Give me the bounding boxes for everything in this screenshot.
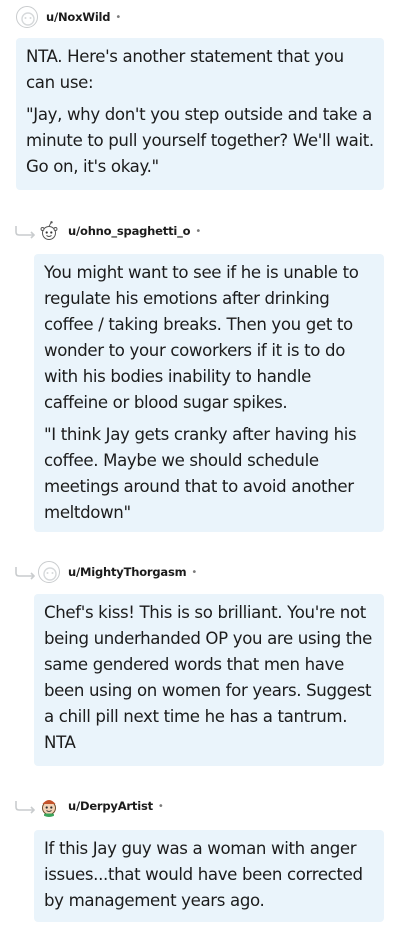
reply-arrow-icon	[15, 801, 36, 814]
comment-username[interactable]: u/DerpyArtist	[68, 799, 153, 813]
comment-paragraph: If this Jay guy was a woman with anger i…	[44, 839, 363, 910]
comment-paragraph: "I think Jay gets cranky after having hi…	[44, 425, 357, 522]
default-avatar-icon[interactable]	[16, 6, 38, 28]
separator-dot: •	[191, 566, 198, 578]
comment-paragraph: Chef's kiss! This is so brilliant. You'r…	[44, 603, 372, 752]
comment-paragraph: You might want to see if he is unable to…	[44, 263, 359, 412]
comment-body: NTA. Here's another statement that you c…	[16, 38, 384, 190]
reply-arrow-icon	[15, 226, 36, 239]
separator-dot: •	[115, 11, 122, 23]
comment-paragraph: NTA. Here's another statement that you c…	[26, 47, 344, 92]
comment-header: u/MightyThorgasm •	[38, 556, 197, 588]
comment-paragraph: "Jay, why don't you step outside and tak…	[26, 105, 374, 176]
reply-arrow-icon	[15, 567, 36, 580]
comment-body: If this Jay guy was a woman with anger i…	[34, 830, 384, 922]
snoo-avatar-icon[interactable]	[38, 220, 60, 242]
comment-username[interactable]: u/MightyThorgasm	[68, 565, 187, 579]
snoo-avatar-icon[interactable]	[38, 795, 60, 817]
separator-dot: •	[195, 225, 202, 237]
comment-body: Chef's kiss! This is so brilliant. You'r…	[34, 594, 384, 766]
separator-dot: •	[157, 800, 164, 812]
default-avatar-icon[interactable]	[38, 561, 60, 583]
comment-username[interactable]: u/ohno_spaghetti_o	[68, 224, 191, 238]
comment-header: u/NoxWild •	[16, 1, 121, 33]
comment-body: You might want to see if he is unable to…	[34, 254, 384, 532]
comment-header: u/DerpyArtist •	[38, 790, 164, 822]
comment-header: u/ohno_spaghetti_o •	[38, 215, 201, 247]
comment-username[interactable]: u/NoxWild	[46, 10, 111, 24]
